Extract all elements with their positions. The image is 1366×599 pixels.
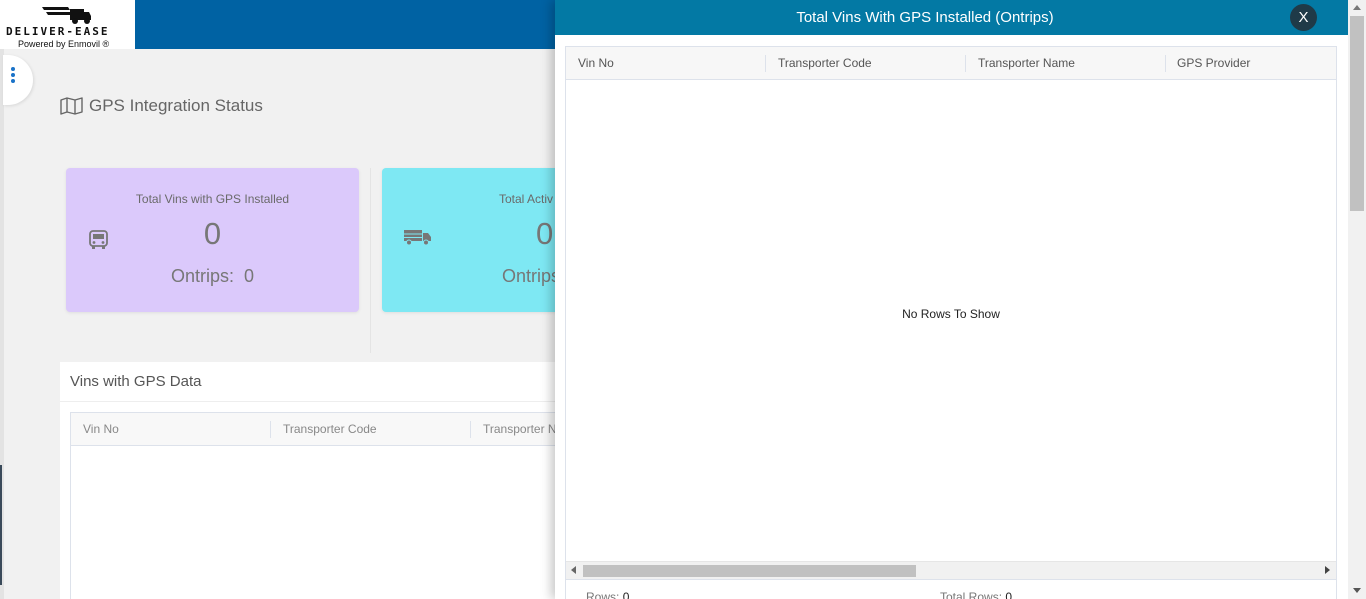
column-resize-handle[interactable] xyxy=(270,421,271,438)
sidebar-toggle-button[interactable] xyxy=(3,55,33,105)
close-button[interactable]: X xyxy=(1290,4,1317,31)
card-ontrips[interactable]: Ontrips: 0 xyxy=(66,266,359,287)
scroll-up-icon[interactable] xyxy=(1353,5,1361,10)
column-resize-handle[interactable] xyxy=(1165,55,1166,72)
card-value[interactable]: 0 xyxy=(66,216,359,252)
truck-logo-icon xyxy=(42,7,91,24)
rows-label: Rows: xyxy=(586,590,620,599)
ontrips-label: Ontrips: xyxy=(170,266,234,286)
drawer-title: Total Vins With GPS Installed (Ontrips) xyxy=(796,9,1054,26)
rows-value: 0 xyxy=(622,590,630,599)
logo-wordmark: DELIVER-EASE xyxy=(6,25,110,38)
total-rows-label: Total Rows: xyxy=(940,590,1003,599)
powered-by-text: Powered by Enmovil ® xyxy=(18,39,110,49)
scrollbar-thumb[interactable] xyxy=(583,565,916,577)
total-active-card[interactable]: Total Activ 0 Ontrips xyxy=(382,168,582,312)
scroll-down-icon[interactable] xyxy=(1353,588,1361,593)
scrollbar-thumb[interactable] xyxy=(1350,16,1364,211)
column-resize-handle[interactable] xyxy=(965,55,966,72)
empty-state-message: No Rows To Show xyxy=(902,307,1000,321)
total-rows-count: Total Rows: 0 xyxy=(940,590,1012,599)
column-header-vin-no[interactable]: Vin No xyxy=(83,413,119,446)
app-logo[interactable]: DELIVER-EASE Powered by Enmovil ® xyxy=(0,0,135,49)
grid-header: Vin No Transporter Code Transporter N xyxy=(71,413,579,446)
divider xyxy=(60,401,580,402)
ontrips-grid: Vin No Transporter Code Transporter Name… xyxy=(565,46,1337,599)
window-vertical-scrollbar[interactable] xyxy=(1348,0,1366,599)
total-rows-value: 0 xyxy=(1005,590,1013,599)
grid-header: Vin No Transporter Code Transporter Name… xyxy=(566,47,1336,80)
page-title: GPS Integration Status xyxy=(60,96,263,116)
card-divider xyxy=(370,168,371,353)
column-header-transporter-code[interactable]: Transporter Code xyxy=(283,413,377,446)
left-edge-strip xyxy=(0,465,2,585)
card-title: Total Vins with GPS Installed xyxy=(135,192,290,206)
vins-grid: Vin No Transporter Code Transporter N xyxy=(70,412,580,599)
column-header-transporter-name[interactable]: Transporter Name xyxy=(978,47,1075,80)
map-icon xyxy=(60,97,83,115)
vins-gps-data-panel: Vins with GPS Data Vin No Transporter Co… xyxy=(60,362,580,599)
rows-count: Rows: 0 xyxy=(586,590,629,599)
grid-status-bar: Rows: 0 Total Rows: 0 xyxy=(566,579,1336,599)
total-vins-gps-card[interactable]: Total Vins with GPS Installed 0 Ontrips:… xyxy=(66,168,359,312)
drawer-header: Total Vins With GPS Installed (Ontrips) … xyxy=(555,0,1348,35)
horizontal-scrollbar[interactable] xyxy=(566,561,1336,579)
truck-icon xyxy=(404,230,431,246)
page-title-text: GPS Integration Status xyxy=(89,96,263,115)
scroll-right-icon[interactable] xyxy=(1325,566,1330,574)
column-header-transporter-name[interactable]: Transporter N xyxy=(483,413,557,446)
gps-installed-ontrips-drawer: Total Vins With GPS Installed (Ontrips) … xyxy=(555,0,1348,599)
column-resize-handle[interactable] xyxy=(765,55,766,72)
panel-title: Vins with GPS Data xyxy=(70,373,202,390)
column-resize-handle[interactable] xyxy=(470,421,471,438)
ontrips-value: 0 xyxy=(244,266,255,286)
column-header-transporter-code[interactable]: Transporter Code xyxy=(778,47,872,80)
column-header-gps-provider[interactable]: GPS Provider xyxy=(1177,47,1250,80)
scroll-left-icon[interactable] xyxy=(571,566,576,574)
column-header-vin-no[interactable]: Vin No xyxy=(578,47,614,80)
